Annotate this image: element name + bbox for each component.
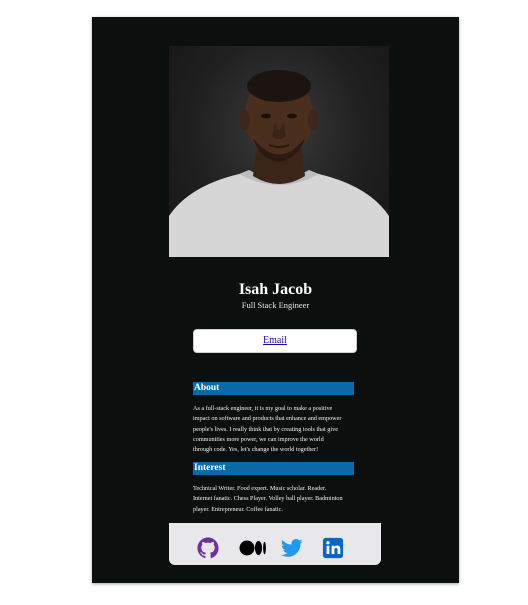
profile-card: Isah Jacob Full Stack Engineer Email Abo… [92,17,459,583]
email-button[interactable]: Email [193,329,357,353]
about-line: impact on software and products that enh… [193,415,342,423]
about-text: As a full-stack engineer, it is my goal … [193,404,361,455]
profile-photo [169,46,389,257]
linkedin-icon[interactable] [322,537,344,559]
profile-name: Isah Jacob [238,281,313,298]
email-link[interactable]: Email [263,335,287,346]
interest-line: Internet fanatic. Chess Player. Volley b… [193,495,343,503]
github-icon[interactable] [197,537,219,559]
social-links-bar [169,523,381,565]
interest-text: Technical Writer. Food expert. Music sch… [193,484,361,515]
profile-role: Full Stack Engineer [241,300,310,310]
interest-line: player. Entrepreneur. Coffee fanatic. [193,505,283,513]
about-line: through code. Yes, let's change the worl… [193,446,319,454]
about-line: people's lives. I really think that by c… [193,425,338,433]
interest-line: Technical Writer. Food expert. Music sch… [193,485,327,492]
twitter-icon[interactable] [281,537,303,559]
interest-heading: Interest [193,462,354,475]
about-line: As a full-stack engineer, it is my goal … [193,405,333,412]
medium-icon[interactable] [239,537,267,559]
about-heading: About [193,382,354,395]
about-line: communities more power, we can improve t… [193,435,324,443]
